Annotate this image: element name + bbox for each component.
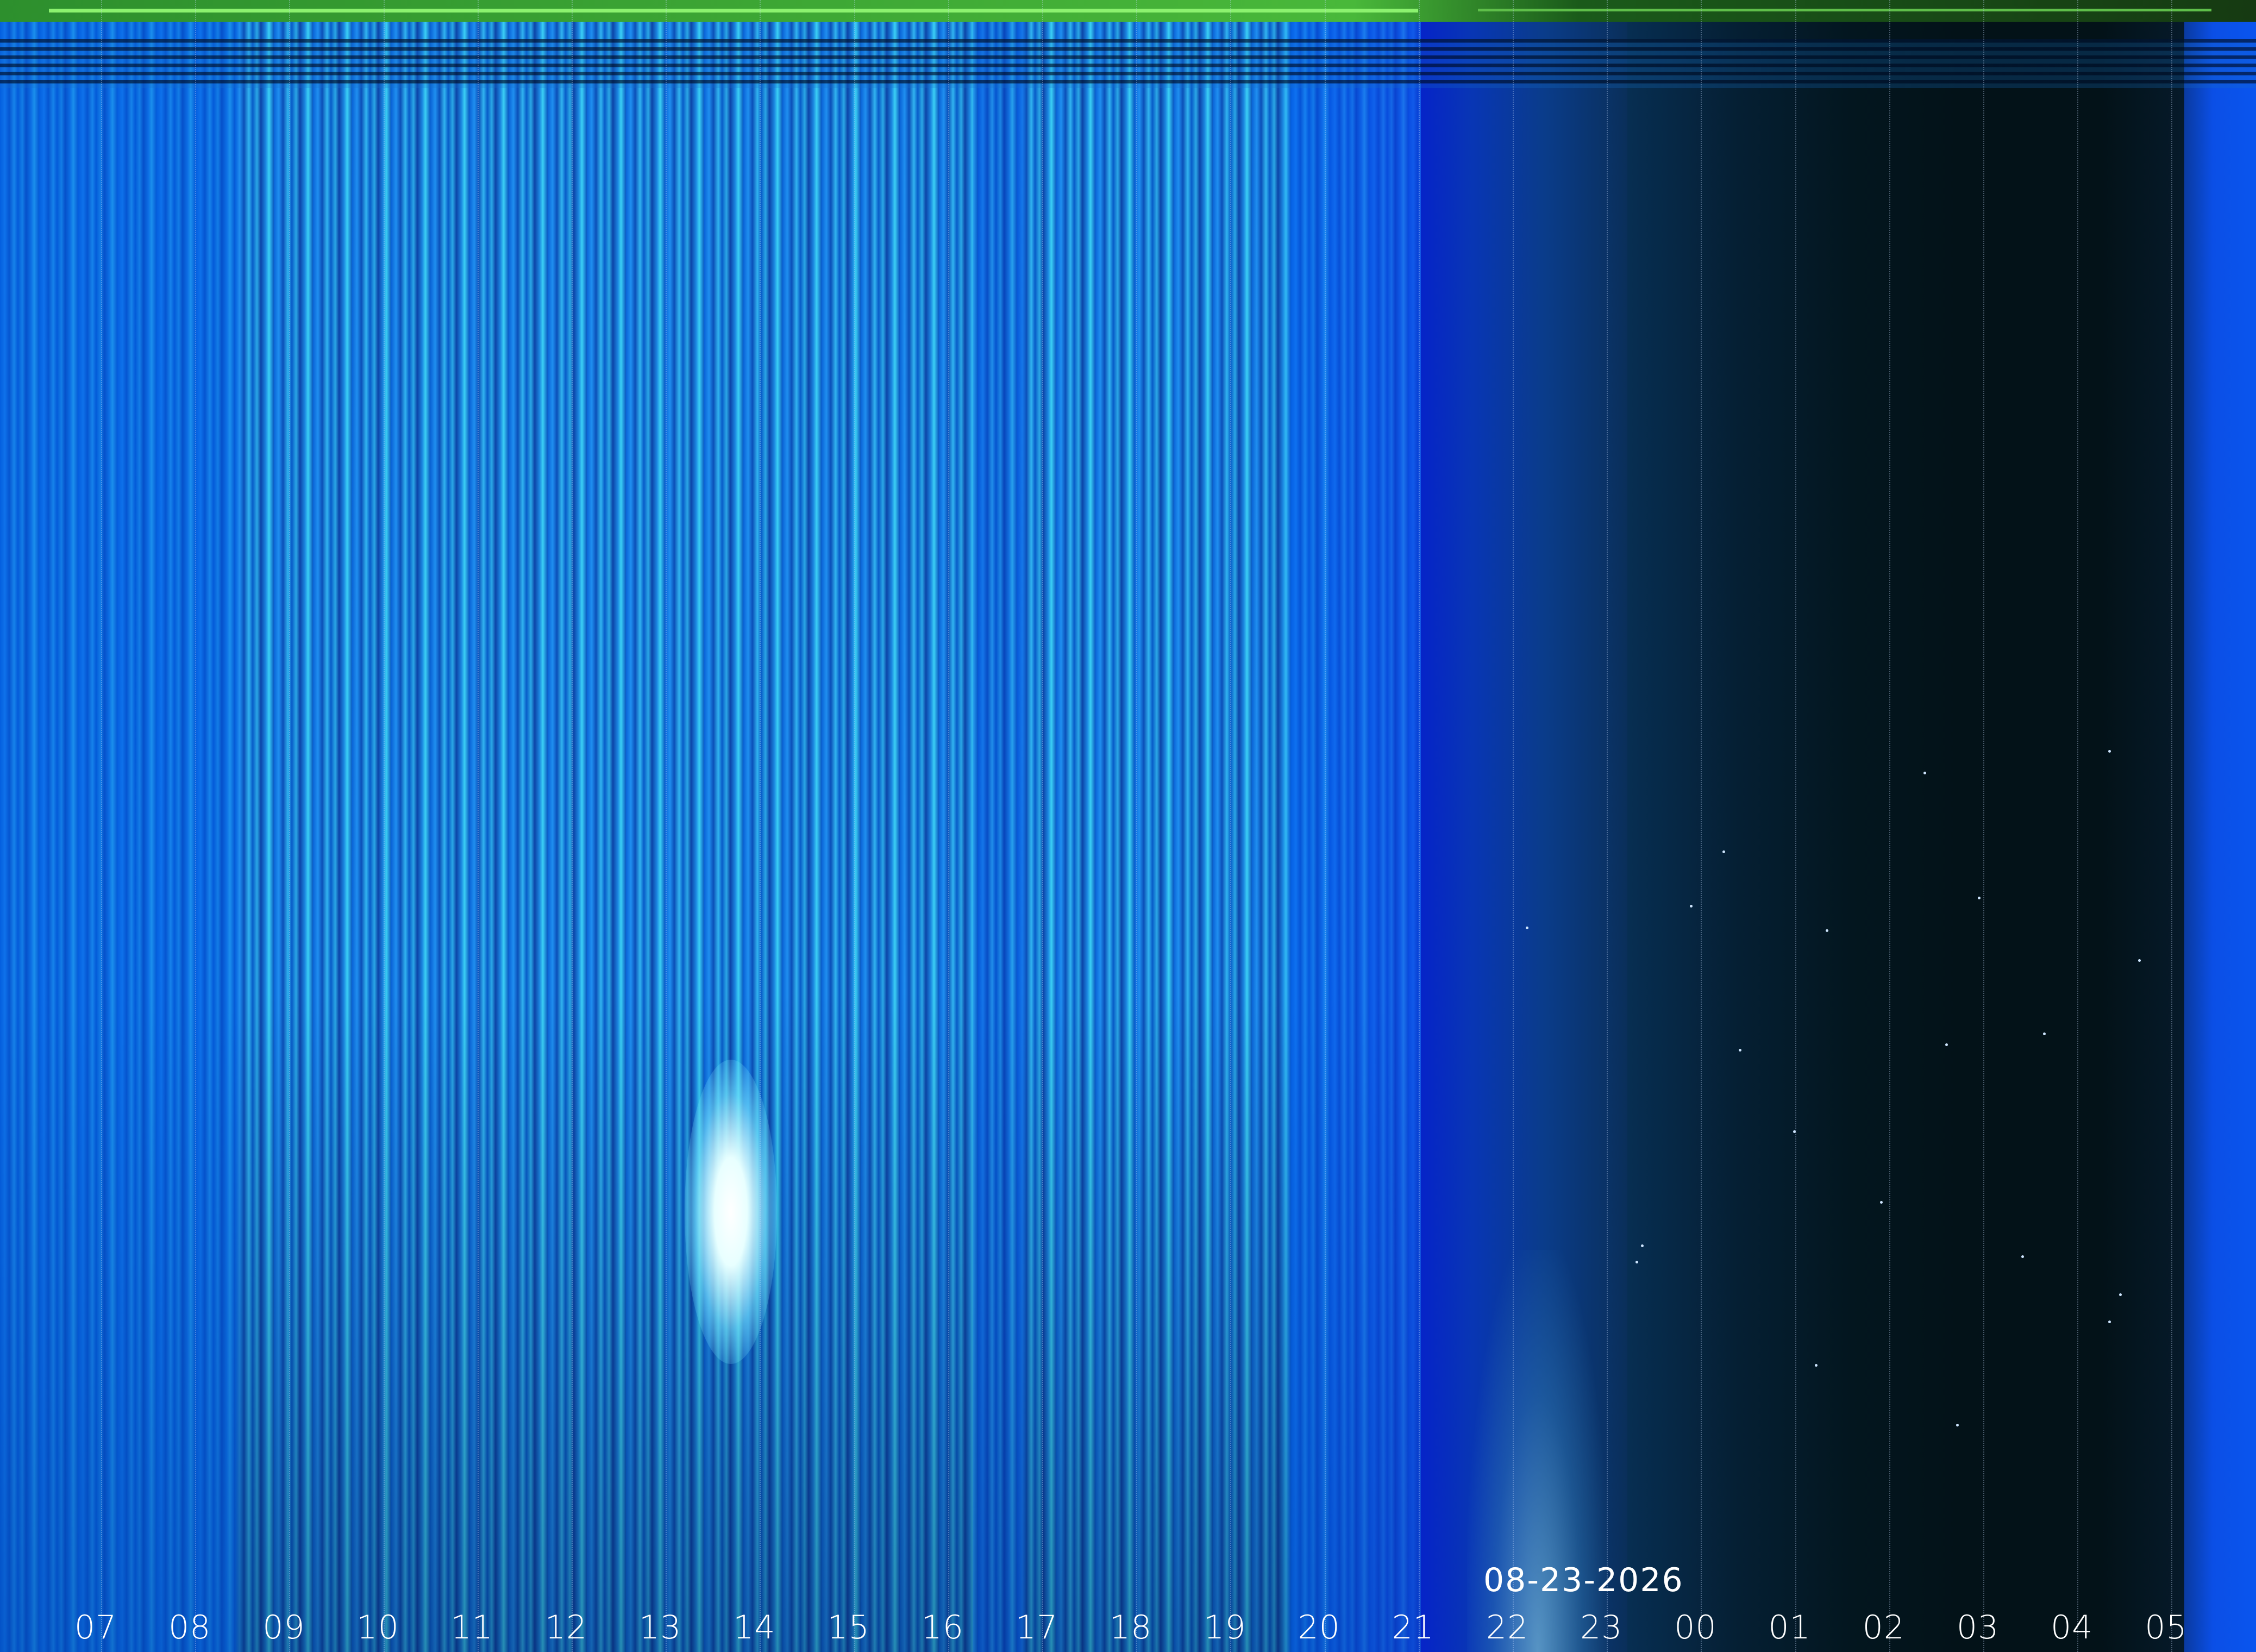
- hour-gridline: [1513, 0, 1515, 1652]
- top-status-line-day: [49, 9, 1418, 12]
- date-label: 08-23-2026: [1483, 1561, 1684, 1599]
- star: [2119, 1293, 2122, 1296]
- hour-label: 14: [733, 1609, 776, 1647]
- star: [1526, 927, 1528, 929]
- hour-label: 05: [2145, 1609, 2188, 1647]
- hour-label: 07: [74, 1609, 117, 1647]
- hour-gridline: [572, 0, 574, 1652]
- hour-gridline: [2171, 0, 2173, 1652]
- star: [1793, 1130, 1796, 1133]
- hour-gridline: [666, 0, 668, 1652]
- hour-gridline: [948, 0, 950, 1652]
- hour-label: 20: [1298, 1609, 1340, 1647]
- hour-gridline: [1418, 0, 1421, 1652]
- star: [1978, 897, 1981, 899]
- time-axis: 07 08 09 10 11 12 13 14 15 16 17 18 19 20 21 22 23 00 01 02…: [0, 1603, 2256, 1652]
- star: [1945, 1043, 1948, 1046]
- star: [2108, 1321, 2111, 1323]
- hour-label: 10: [356, 1609, 399, 1647]
- hour-label: 15: [827, 1609, 870, 1647]
- keogram-image: 08-23-2026 07 08 09 10 11 12 13 14 15 16 17 18 19 20 2…: [0, 0, 2256, 1652]
- hour-gridline: [760, 0, 762, 1652]
- hour-gridline: [383, 0, 386, 1652]
- star: [2108, 750, 2111, 753]
- hour-gridline: [477, 0, 480, 1652]
- hour-gridline: [101, 0, 103, 1652]
- star: [1635, 1261, 1638, 1263]
- star: [1956, 1424, 1959, 1426]
- sun-glare: [685, 1060, 777, 1364]
- hour-gridline: [1889, 0, 1891, 1652]
- star: [1826, 929, 1828, 932]
- hour-gridline: [1042, 0, 1044, 1652]
- hour-gridline: [1983, 0, 1985, 1652]
- top-status-line-night: [1478, 9, 2211, 11]
- hour-label: 13: [639, 1609, 682, 1647]
- star: [2043, 1032, 2046, 1035]
- hour-gridline: [289, 0, 291, 1652]
- hour-label: 09: [262, 1609, 305, 1647]
- star: [1880, 1201, 1883, 1204]
- star: [2021, 1255, 2024, 1258]
- hour-gridline: [1795, 0, 1797, 1652]
- hour-gridline: [195, 0, 197, 1652]
- star: [1722, 850, 1725, 853]
- hour-label: 17: [1015, 1609, 1058, 1647]
- night-sky-band: [1627, 0, 2184, 1652]
- hour-label: 19: [1204, 1609, 1246, 1647]
- hour-gridline: [1607, 0, 1609, 1652]
- hour-label: 18: [1110, 1609, 1152, 1647]
- hour-label: 00: [1674, 1609, 1717, 1647]
- hour-label: 16: [921, 1609, 964, 1647]
- star: [1923, 772, 1926, 774]
- hour-label: 02: [1862, 1609, 1905, 1647]
- top-status-bar: [0, 0, 2256, 22]
- star: [1690, 905, 1693, 908]
- hour-gridline: [1701, 0, 1703, 1652]
- hour-label: 01: [1768, 1609, 1811, 1647]
- dawn-sky-band: [2184, 0, 2256, 1652]
- hour-label: 23: [1580, 1609, 1623, 1647]
- hour-label: 03: [1956, 1609, 2000, 1647]
- star: [1815, 1364, 1818, 1367]
- star: [2138, 959, 2141, 962]
- hour-label: 21: [1392, 1609, 1434, 1647]
- daytime-tint-overlay: [0, 0, 1421, 1652]
- hour-label: 11: [450, 1609, 493, 1647]
- hour-gridline: [854, 0, 856, 1652]
- hour-label: 12: [544, 1609, 588, 1647]
- hour-gridline: [1136, 0, 1138, 1652]
- hour-gridline: [1230, 0, 1232, 1652]
- hour-gridline: [2077, 0, 2079, 1652]
- hour-gridline: [1324, 0, 1327, 1652]
- hour-label: 22: [1486, 1609, 1529, 1647]
- star: [1739, 1049, 1741, 1052]
- header-strip: [0, 39, 2256, 88]
- hour-label: 04: [2051, 1609, 2094, 1647]
- hour-label: 08: [168, 1609, 211, 1647]
- star: [1641, 1244, 1644, 1247]
